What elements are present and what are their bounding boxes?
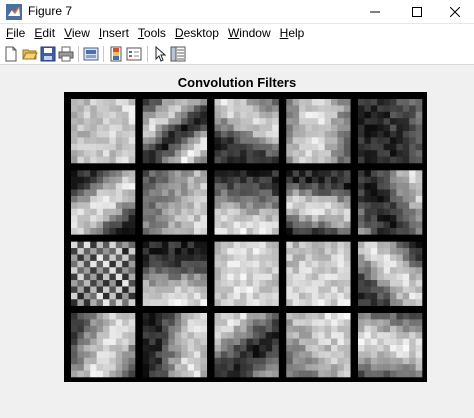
menu-help[interactable]: Help (277, 24, 308, 43)
close-icon (450, 7, 460, 17)
menu-file[interactable]: File (3, 24, 28, 43)
matlab-icon (6, 4, 22, 20)
menu-tools-label: ools (143, 26, 166, 40)
menu-help-label: elp (288, 26, 305, 40)
legend-icon[interactable] (126, 46, 142, 62)
filter-tile (358, 99, 423, 164)
menu-help-mnemonic: H (279, 26, 289, 40)
property-inspector-icon[interactable] (170, 46, 186, 62)
filter-tile (214, 312, 279, 378)
menu-bar: File Edit View Insert Tools Desktop Wind… (0, 24, 474, 43)
menu-view-label: iew (71, 26, 90, 40)
menu-desktop-label: esktop (183, 26, 219, 40)
filter-tile (71, 241, 136, 306)
filter-tile (142, 241, 208, 306)
maximize-icon (412, 7, 422, 17)
save-icon[interactable] (40, 46, 56, 62)
menu-window-label: indow (239, 26, 271, 40)
filter-tile (286, 241, 351, 306)
filter-tile (286, 170, 351, 235)
menu-insert-label: nsert (102, 26, 129, 40)
filter-tile (286, 99, 351, 164)
filter-tile (358, 241, 423, 306)
filter-tile (214, 241, 279, 306)
open-file-icon[interactable] (22, 46, 38, 62)
pointer-icon[interactable] (152, 46, 168, 62)
menu-tools[interactable]: Tools (135, 24, 169, 43)
new-figure-icon[interactable] (3, 46, 19, 62)
filter-tile (71, 99, 136, 164)
close-button[interactable] (436, 0, 474, 24)
menu-desktop[interactable]: Desktop (172, 24, 222, 43)
toolbar-separator (147, 46, 148, 62)
filter-tile (358, 312, 423, 378)
filter-tile (71, 170, 136, 235)
figure-toolbar (0, 43, 474, 65)
menu-window-mnemonic: W (227, 26, 240, 40)
menu-view-mnemonic: V (64, 26, 72, 40)
colorbar-icon[interactable] (108, 46, 124, 62)
filter-tile (358, 170, 423, 235)
filter-tile (142, 312, 208, 378)
maximize-button[interactable] (394, 0, 440, 24)
menu-file-label: ile (13, 26, 26, 40)
filter-tile (214, 99, 279, 164)
window-title: Figure 7 (28, 4, 73, 18)
link-plot-icon[interactable] (83, 46, 99, 62)
menu-edit-label: dit (42, 26, 56, 40)
title-bar: Figure 7 (0, 0, 474, 24)
print-icon[interactable] (58, 46, 74, 62)
filter-tile (142, 99, 208, 164)
filter-montage-image (71, 99, 423, 378)
figure-title: Convolution Filters (177, 75, 297, 90)
filter-tile (142, 170, 208, 235)
toolbar-separator (78, 46, 79, 62)
menu-window[interactable]: Window (225, 24, 274, 43)
menu-insert[interactable]: Insert (96, 24, 132, 43)
filter-tile (214, 170, 279, 235)
filter-tile (71, 312, 136, 378)
toolbar-separator (103, 46, 104, 62)
menu-view[interactable]: View (61, 24, 93, 43)
menu-desktop-mnemonic: D (174, 26, 184, 40)
menu-edit[interactable]: Edit (31, 24, 58, 43)
minimize-button[interactable] (352, 0, 398, 24)
minimize-icon (370, 11, 380, 13)
filter-tile (286, 312, 351, 378)
filter-montage (64, 92, 427, 382)
